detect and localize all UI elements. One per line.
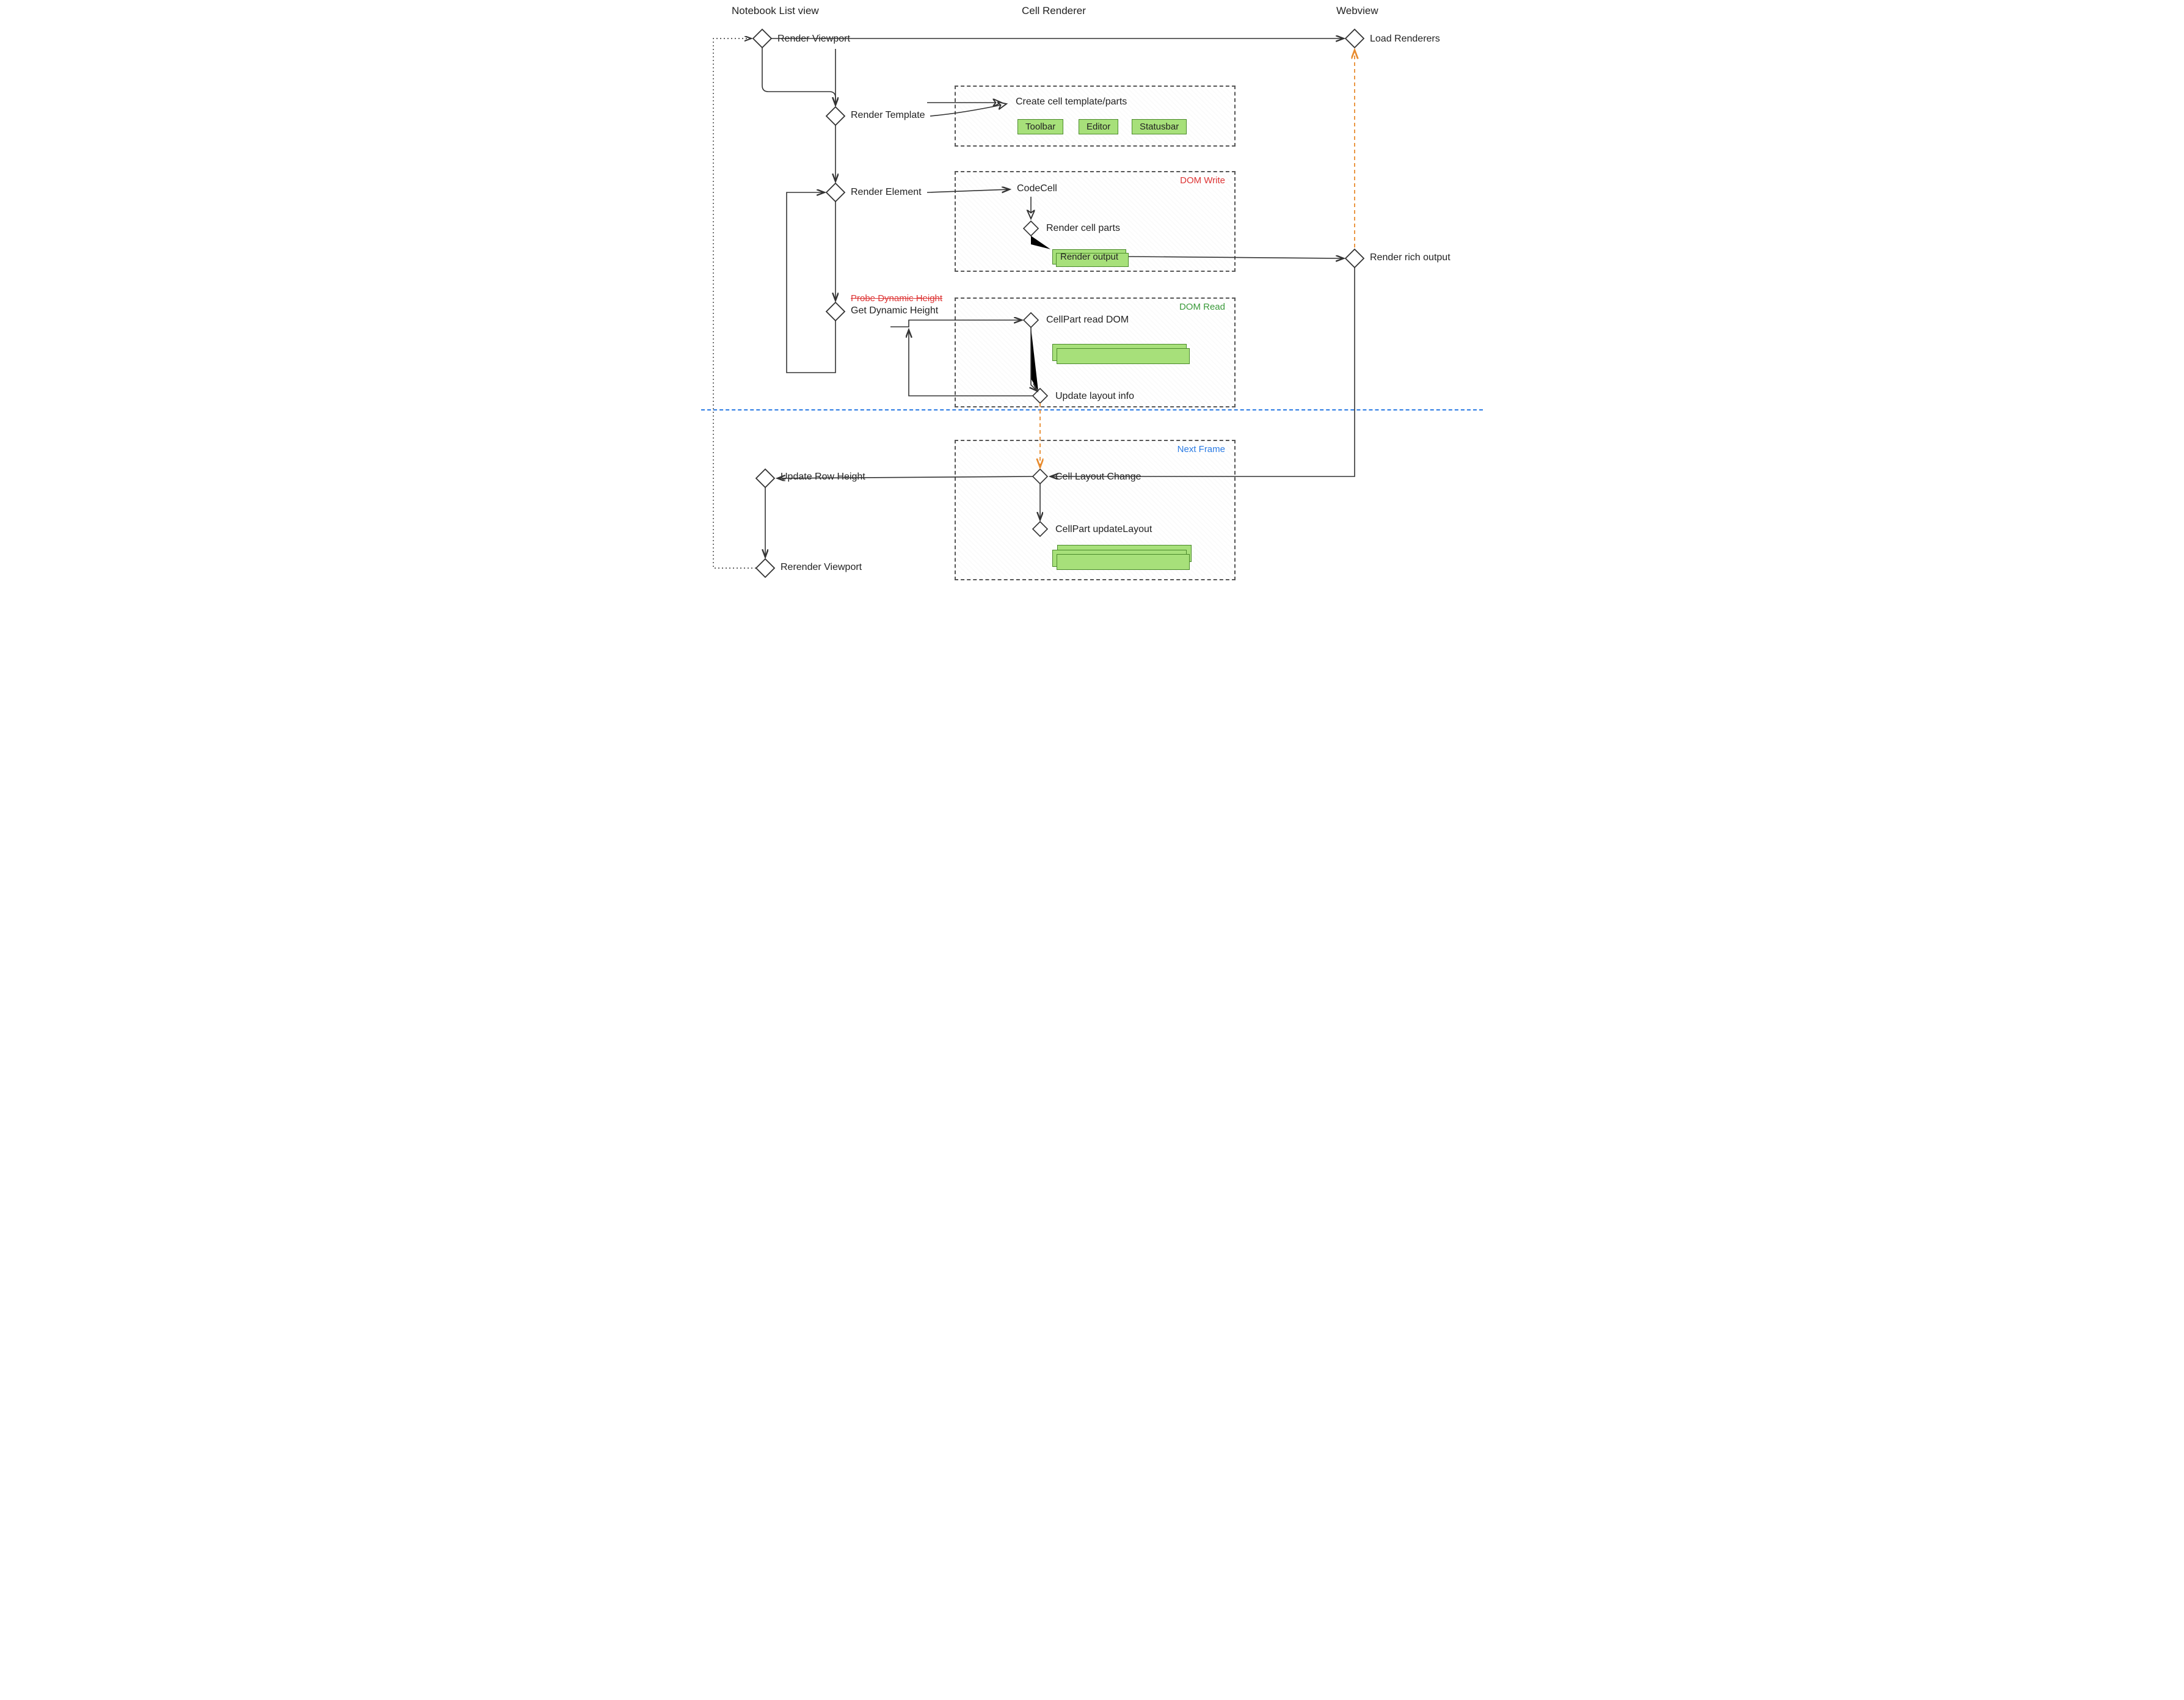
diamond-rerender: [756, 559, 774, 577]
diamond-render-element: [826, 183, 845, 202]
diamond-cell-layout-change: [1033, 469, 1047, 484]
diagram-canvas: Notebook List view Cell Renderer Webview…: [701, 0, 1483, 608]
diamond-render-viewport: [753, 29, 771, 48]
chip-render-output: Render output: [1052, 249, 1126, 264]
diamond-load-renderers: [1345, 29, 1364, 48]
diamond-update-layout: [1033, 389, 1047, 403]
diamond-cellpart-read: [1024, 313, 1038, 327]
diagram-svg: [701, 0, 1483, 608]
diamond-render-cell-parts: [1024, 221, 1038, 236]
diamond-get-dynamic: [826, 302, 845, 321]
diamond-render-template: [826, 107, 845, 125]
diamond-cellpart-update: [1033, 522, 1047, 536]
diamond-render-rich: [1345, 249, 1364, 268]
greenblock-read: [1052, 344, 1187, 361]
greenblock-update: [1052, 550, 1187, 567]
diamond-update-row: [756, 469, 774, 487]
